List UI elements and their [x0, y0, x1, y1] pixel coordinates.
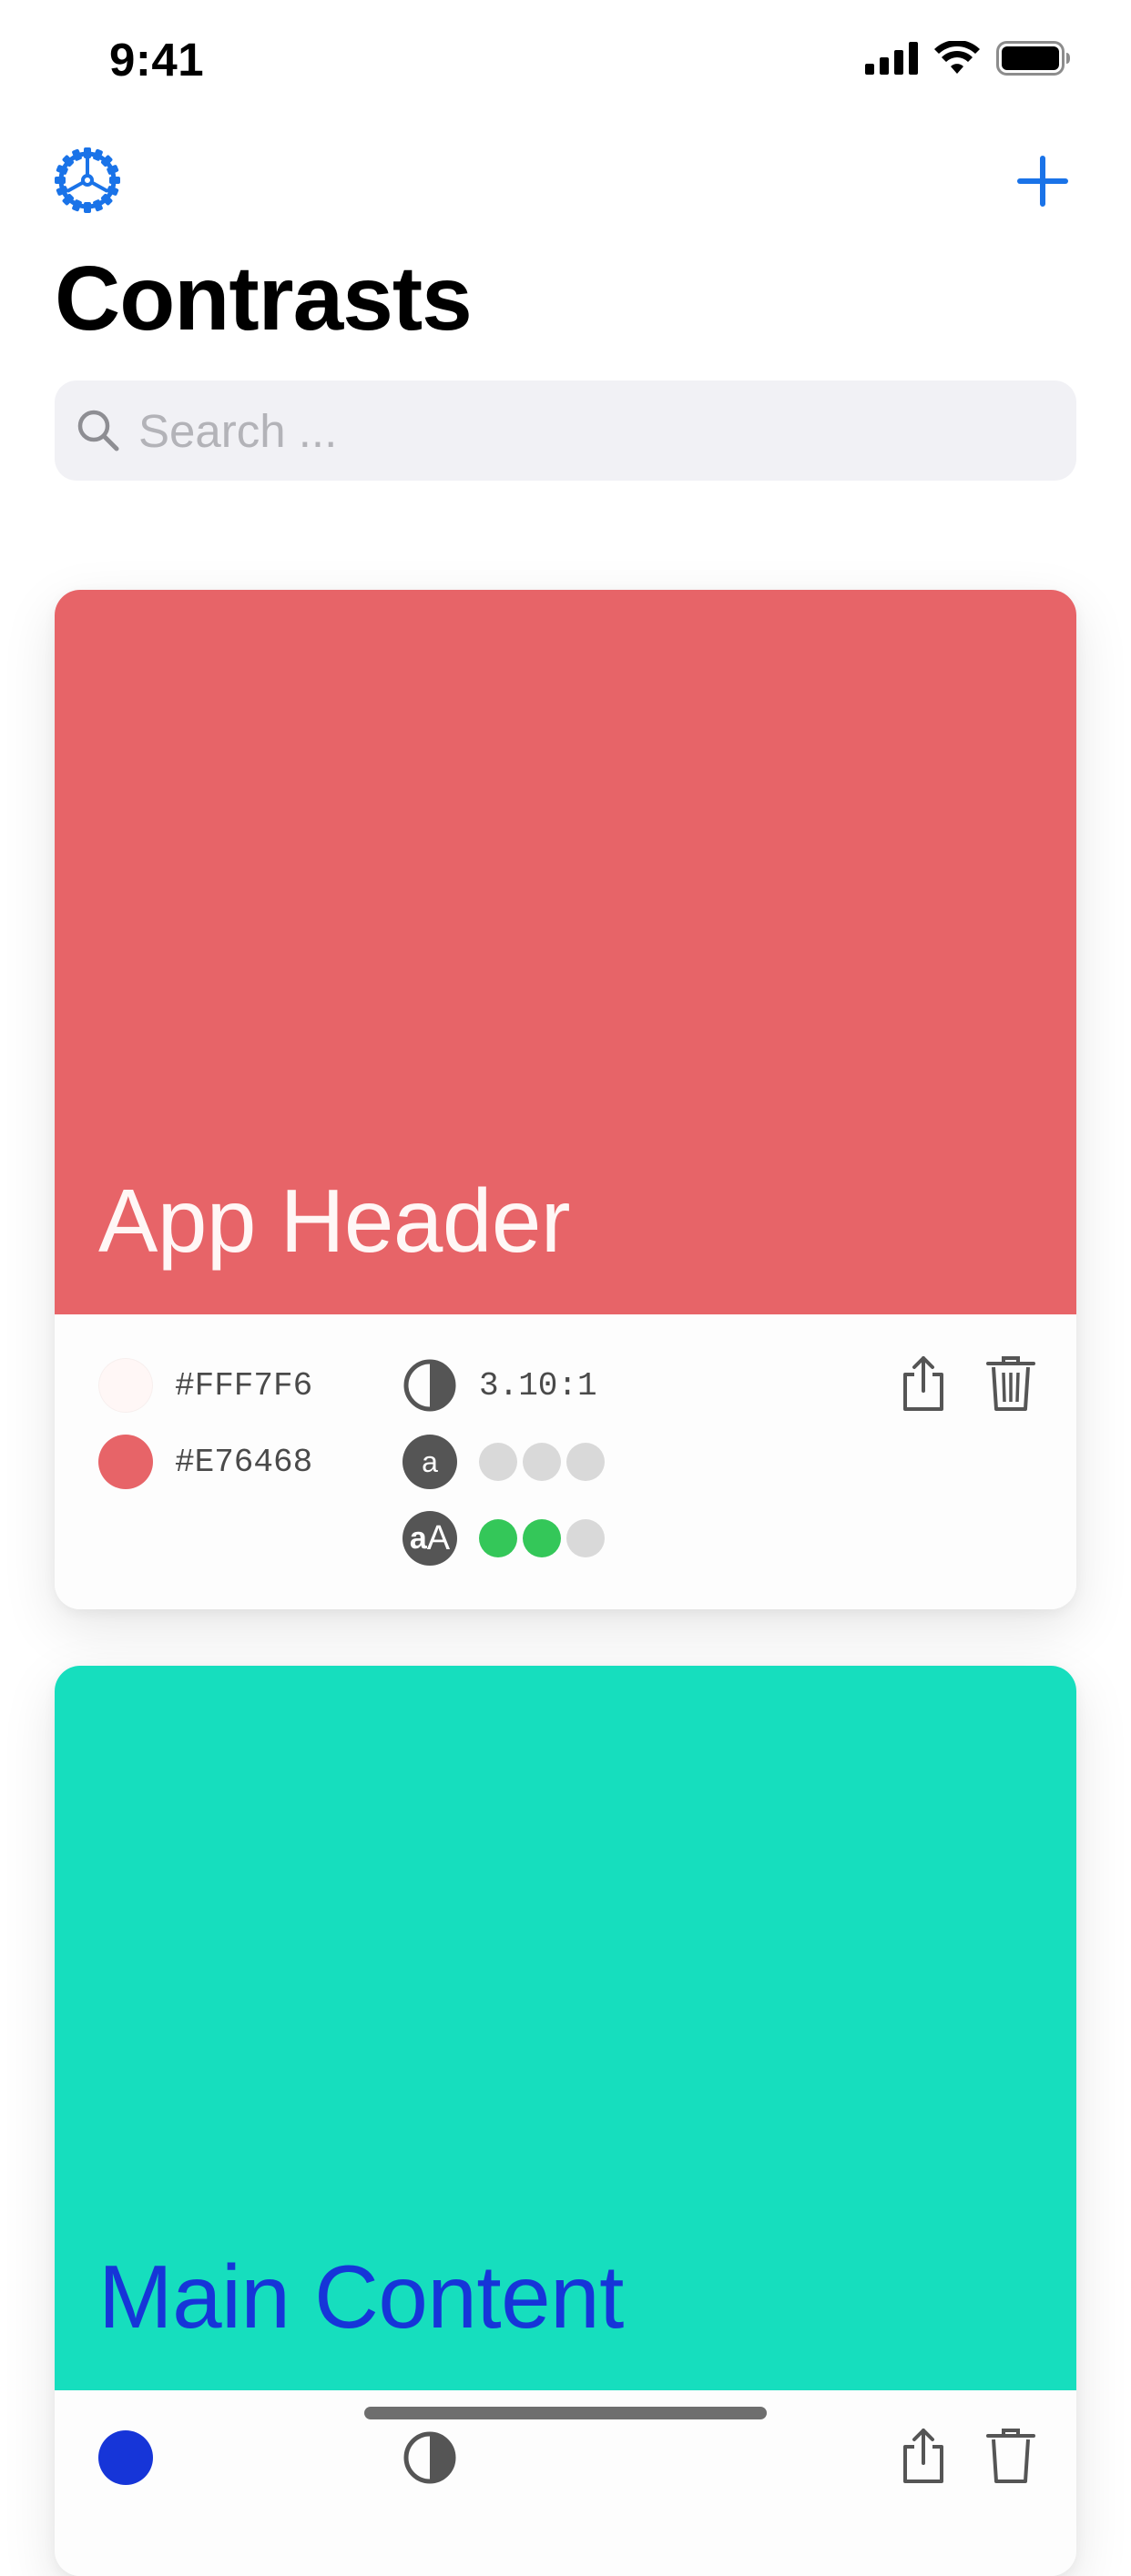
- status-time: 9:41: [109, 34, 205, 86]
- share-button[interactable]: [898, 2427, 949, 2485]
- status-bar: 9:41: [0, 0, 1131, 120]
- card-swatch[interactable]: App Header: [55, 590, 1076, 1314]
- large-text-rating-row: aA: [402, 1511, 610, 1566]
- status-icons: [865, 40, 1071, 76]
- rating-dot: [566, 1443, 605, 1481]
- card-info: #FFF7F6 #E76468 3.10:1 a aA: [55, 1314, 1076, 1609]
- wifi-icon: [934, 41, 980, 74]
- add-button[interactable]: [1014, 153, 1071, 209]
- search-input[interactable]: [137, 402, 960, 459]
- cellular-signal-icon: [865, 42, 918, 75]
- foreground-color-dot: [98, 1358, 153, 1413]
- rating-dot: [523, 1443, 561, 1481]
- card-name: App Header: [98, 1171, 571, 1271]
- trash-icon: [986, 1356, 1035, 1411]
- page-title: Contrasts: [55, 248, 473, 350]
- rating-dot: [479, 1443, 517, 1481]
- battery-icon: [996, 41, 1070, 76]
- share-icon: [903, 1356, 943, 1411]
- rating-dot: [523, 1519, 561, 1557]
- background-hex: #E76468: [175, 1443, 313, 1481]
- foreground-color-dot: [98, 2430, 153, 2485]
- settings-button[interactable]: [53, 146, 122, 215]
- card-swatch[interactable]: Main Content: [55, 1666, 1076, 2390]
- card-name: Main Content: [98, 2246, 624, 2347]
- background-color-row: #E76468: [98, 1435, 312, 1489]
- contrast-ratio: 3.10:1: [479, 1366, 597, 1405]
- large-text-icon: aA: [402, 1511, 457, 1566]
- search-icon: [77, 410, 119, 451]
- search-bar[interactable]: [55, 380, 1076, 481]
- large-text-letter-small: a: [409, 1520, 427, 1556]
- rating-dot: [566, 1519, 605, 1557]
- normal-text-letter: a: [422, 1445, 438, 1478]
- contrast-card[interactable]: App Header #FFF7F6 #E76468 3.10:1 a a A: [55, 590, 1076, 1609]
- contrast-card[interactable]: Main Content: [55, 1666, 1076, 2576]
- foreground-hex: #FFF7F6: [175, 1366, 313, 1405]
- trash-icon: [986, 2429, 1035, 2483]
- share-icon: [903, 2429, 943, 2483]
- rating-dot: [479, 1519, 517, 1557]
- normal-text-icon: a: [402, 1435, 457, 1489]
- share-button[interactable]: [898, 1354, 949, 1413]
- contrast-icon: [403, 1359, 456, 1412]
- foreground-color-row: [98, 2430, 175, 2485]
- delete-button[interactable]: [985, 1354, 1036, 1413]
- background-color-dot: [98, 1435, 153, 1489]
- normal-text-rating-row: a: [402, 1435, 610, 1489]
- large-text-letter-big: A: [426, 1518, 451, 1557]
- contrast-icon: [403, 2431, 456, 2484]
- contrast-ratio-row: [402, 2430, 479, 2485]
- delete-button[interactable]: [985, 2427, 1036, 2485]
- contrast-ratio-row: 3.10:1: [402, 1358, 597, 1413]
- plus-icon: [1017, 156, 1068, 207]
- foreground-color-row: #FFF7F6: [98, 1358, 312, 1413]
- home-indicator[interactable]: [364, 2407, 767, 2419]
- gear-icon: [55, 147, 120, 213]
